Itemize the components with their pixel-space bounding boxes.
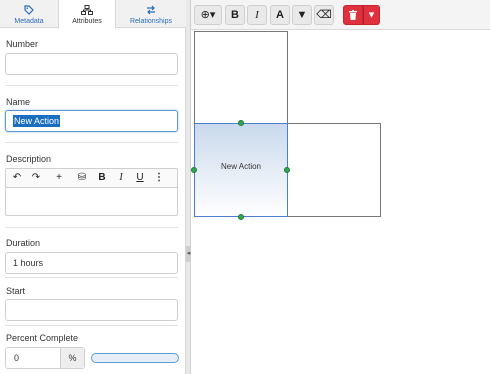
description-label: Description	[6, 154, 52, 164]
properties-panel: Metadata Attributes Relationships Number…	[0, 0, 186, 374]
insert-dropdown-icon[interactable]: +	[49, 171, 69, 185]
undo-icon[interactable]: ↶	[9, 171, 25, 185]
duration-input[interactable]: 1 hours	[5, 252, 178, 274]
divider	[5, 227, 178, 228]
font-color-icon[interactable]: A	[270, 5, 290, 25]
divider	[5, 277, 178, 278]
tab-metadata[interactable]: Metadata	[0, 0, 58, 28]
tab-metadata-label: Metadata	[14, 18, 44, 25]
description-editor[interactable]: ↶ ↷ + ⛁ B I U ⋮	[5, 168, 178, 216]
percent-complete-label: Percent Complete	[6, 333, 79, 343]
add-shape-button[interactable]: ⊕▾	[194, 5, 222, 25]
start-input[interactable]	[5, 299, 178, 321]
redo-icon[interactable]: ↷	[28, 171, 44, 185]
name-label: Name	[6, 97, 31, 107]
tab-relationships-label: Relationships	[129, 18, 173, 25]
percent-unit: %	[60, 348, 84, 368]
filter-icon[interactable]: ▼	[292, 5, 312, 25]
editor-toolbar: ↶ ↷ + ⛁ B I U ⋮	[6, 169, 177, 188]
delete-options-dropdown[interactable]: ▾	[363, 5, 380, 25]
percent-complete-field[interactable]: 0 %	[5, 347, 85, 369]
duration-label: Duration	[6, 238, 41, 248]
cell-label: New Action	[220, 162, 262, 171]
resize-handle-right[interactable]	[284, 167, 290, 173]
percent-complete-value: 0	[14, 353, 20, 363]
more-icon[interactable]: ⋮	[151, 171, 167, 185]
app-root: Metadata Attributes Relationships Number…	[0, 0, 490, 374]
diagram-cell[interactable]	[194, 31, 288, 124]
number-input[interactable]	[5, 53, 178, 75]
diagram-canvas[interactable]: New Action	[191, 31, 490, 374]
name-input[interactable]: New Action	[5, 110, 178, 132]
resize-handle-top[interactable]	[238, 120, 244, 126]
percent-progress-bar	[91, 353, 179, 363]
divider	[5, 142, 178, 143]
tab-attributes-label: Attributes	[72, 18, 102, 25]
format-painter-icon[interactable]: ⛁	[74, 171, 90, 185]
italic-button[interactable]: I	[247, 5, 267, 25]
divider	[5, 85, 178, 86]
canvas-toolbar: ⊕▾ B I A ▼ ⌫ ▾	[191, 0, 490, 30]
underline-button[interactable]: U	[132, 171, 148, 185]
italic-button[interactable]: I	[113, 171, 129, 185]
resize-handle-left[interactable]	[191, 167, 197, 173]
number-label: Number	[6, 39, 39, 49]
start-label: Start	[6, 286, 26, 296]
eraser-icon[interactable]: ⌫	[314, 5, 334, 25]
tab-attributes[interactable]: Attributes	[58, 0, 116, 29]
selected-action-cell[interactable]: New Action	[194, 123, 288, 217]
bold-button[interactable]: B	[225, 5, 245, 25]
properties-tabs: Metadata Attributes Relationships	[0, 0, 186, 29]
diagram-cell[interactable]	[287, 123, 381, 217]
bold-button[interactable]: B	[94, 171, 110, 185]
trash-icon	[349, 10, 357, 20]
tag-icon	[0, 5, 58, 17]
resize-handle-bottom[interactable]	[238, 214, 244, 220]
tab-relationships[interactable]: Relationships	[116, 0, 186, 28]
divider	[5, 325, 178, 326]
delete-button[interactable]	[343, 5, 363, 25]
swap-icon	[116, 5, 186, 17]
name-input-value: New Action	[13, 115, 61, 127]
network-icon	[59, 5, 115, 17]
